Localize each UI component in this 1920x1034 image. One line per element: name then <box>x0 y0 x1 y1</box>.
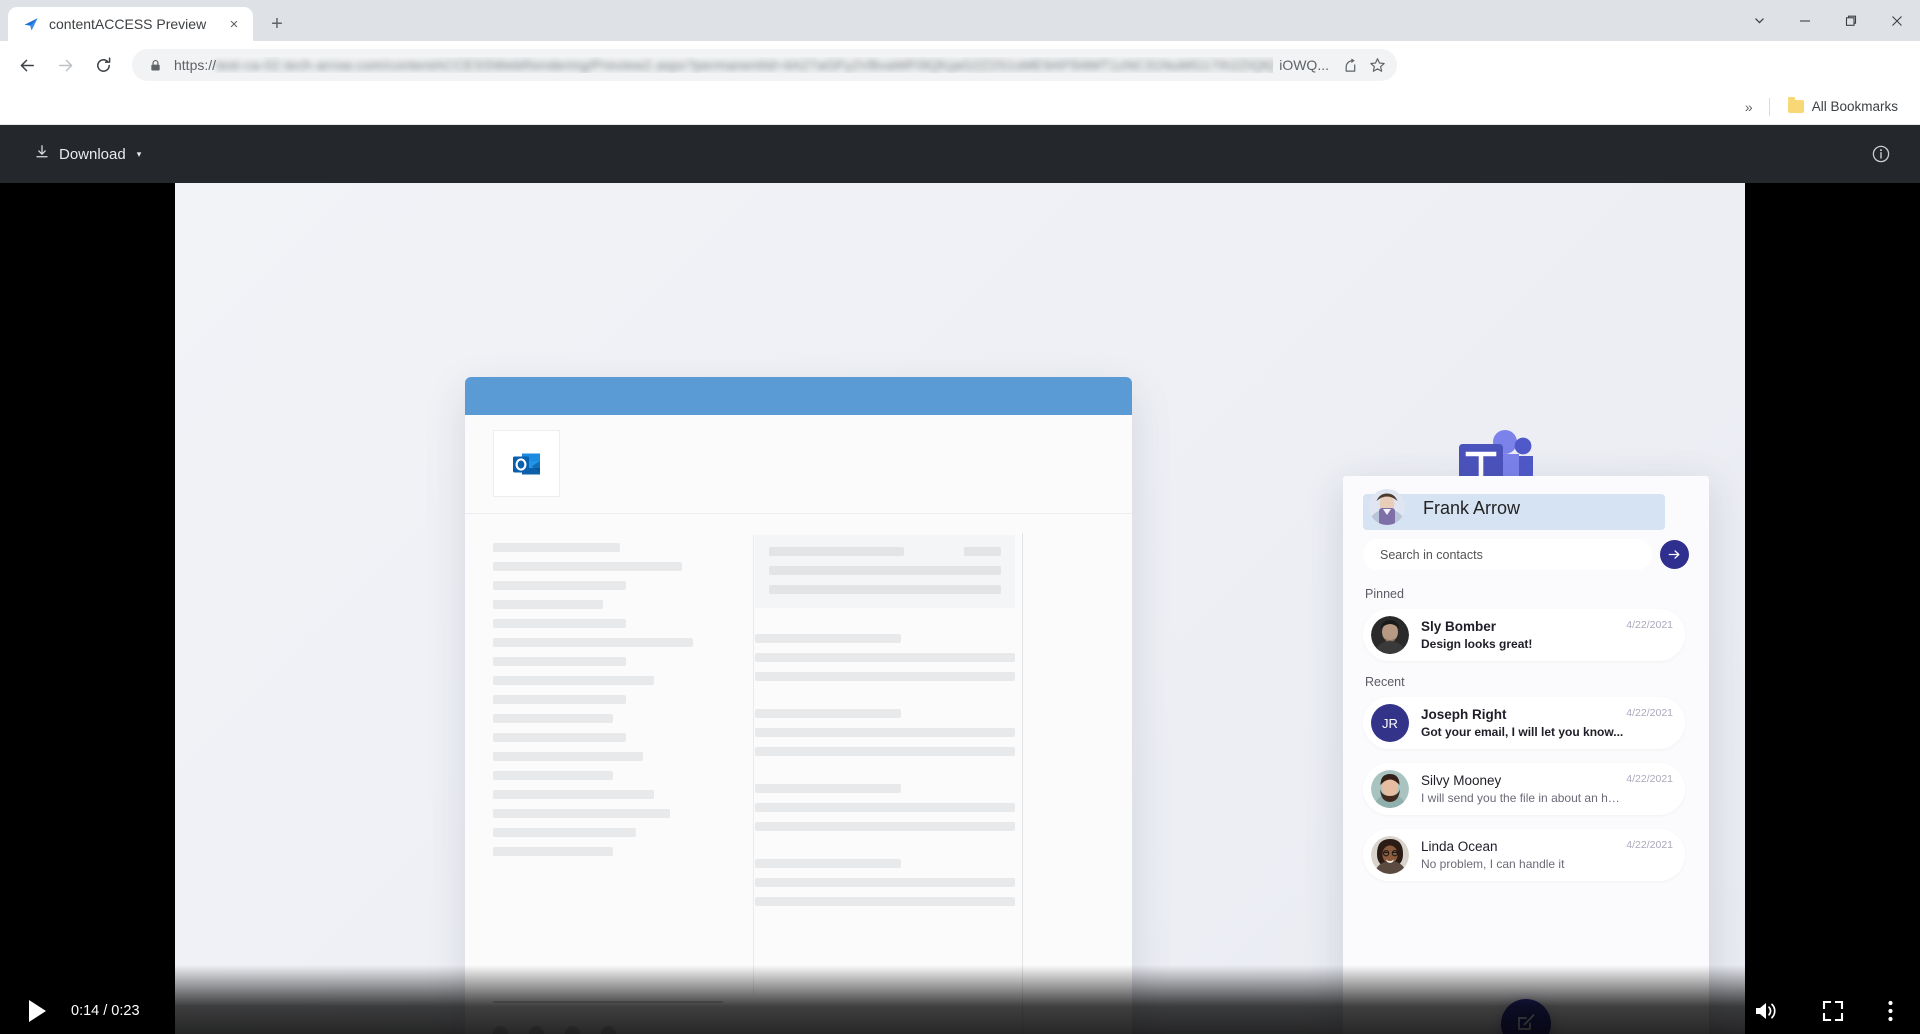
message-date: 4/22/2021 <box>1626 707 1673 719</box>
close-icon[interactable]: × <box>225 15 243 33</box>
download-icon <box>34 144 50 164</box>
chevron-down-icon: ▾ <box>136 148 142 159</box>
avatar <box>1371 616 1409 654</box>
chevron-down-icon[interactable] <box>1736 0 1782 41</box>
lock-icon <box>146 59 164 72</box>
list-item-text: Sly Bomber Design looks great! <box>1421 619 1626 651</box>
address-bar[interactable]: https:// test-ca-02.tech-arrow.com/conte… <box>132 49 1397 81</box>
contact-message: Design looks great! <box>1421 637 1533 651</box>
viewer-toolbar: Download ▾ <box>0 125 1920 183</box>
download-label: Download <box>59 145 126 163</box>
contact-name: Linda Ocean <box>1421 839 1498 854</box>
download-button[interactable]: Download ▾ <box>24 138 151 170</box>
contact-message: Got your email, I will let you know... <box>1421 725 1624 739</box>
outlook-body <box>465 415 1132 1034</box>
url-path-blurred: test-ca-02.tech-arrow.com/contentACCESSW… <box>216 57 1274 73</box>
message-date: 4/22/2021 <box>1626 773 1673 785</box>
all-bookmarks-button[interactable]: All Bookmarks <box>1780 95 1906 118</box>
divider <box>1768 97 1770 116</box>
list-item[interactable]: Linda Ocean No problem, I can handle it … <box>1363 829 1685 881</box>
skeleton-left-column <box>493 543 723 866</box>
message-date: 4/22/2021 <box>1626 839 1673 851</box>
skeleton-message-column <box>755 535 1015 934</box>
url-text: https:// test-ca-02.tech-arrow.com/conte… <box>174 57 1273 73</box>
list-item[interactable]: JR Joseph Right Got your email, I will l… <box>1363 697 1685 749</box>
browser-window: contentACCESS Preview × + https:// test-… <box>0 0 1920 1034</box>
video-player-controls: 0:14 / 0:23 <box>0 965 1920 1034</box>
url-scheme: https:// <box>174 57 217 73</box>
folder-icon <box>1787 97 1804 113</box>
back-button[interactable] <box>10 48 44 82</box>
list-item[interactable]: Sly Bomber Design looks great! 4/22/2021 <box>1363 609 1685 661</box>
message-date: 4/22/2021 <box>1626 619 1673 631</box>
search-row: Search in contacts <box>1363 539 1689 570</box>
browser-tab[interactable]: contentACCESS Preview × <box>8 7 253 41</box>
bookmarks-bar: » All Bookmarks <box>0 89 1920 125</box>
divider <box>1022 533 1023 1034</box>
section-title-pinned: Pinned <box>1365 587 1404 601</box>
time-display: 0:14 / 0:23 <box>71 1003 140 1019</box>
reload-button[interactable] <box>86 48 120 82</box>
list-item[interactable]: Silvy Mooney I will send you the file in… <box>1363 763 1685 815</box>
avatar <box>1369 489 1405 525</box>
window-controls <box>1736 0 1920 41</box>
url-tail: iOWQ... <box>1279 57 1329 73</box>
paper-plane-icon <box>22 15 40 33</box>
contact-name: Joseph Right <box>1421 707 1507 722</box>
tab-strip: contentACCESS Preview × + <box>0 0 1920 41</box>
section-title-recent: Recent <box>1365 675 1405 689</box>
divider <box>753 535 754 995</box>
navigation-bar: https:// test-ca-02.tech-arrow.com/conte… <box>0 41 1920 89</box>
avatar <box>1371 836 1409 874</box>
contact-name: Sly Bomber <box>1421 619 1497 634</box>
avatar-initials: JR <box>1382 715 1398 731</box>
teams-contacts-panel: Frank Arrow Search in contacts Pinned Sl… <box>1343 476 1709 1034</box>
share-icon[interactable] <box>1335 51 1363 79</box>
tab-title: contentACCESS Preview <box>49 16 207 32</box>
outlook-mock-window <box>465 377 1132 1034</box>
skeleton-card <box>755 535 1015 608</box>
video-stage[interactable]: Frank Arrow Search in contacts Pinned Sl… <box>0 183 1920 1034</box>
pinned-list: Sly Bomber Design looks great! 4/22/2021 <box>1343 609 1709 661</box>
minimize-button[interactable] <box>1782 0 1828 41</box>
fullscreen-icon[interactable] <box>1821 999 1845 1023</box>
divider <box>465 513 1132 514</box>
arrow-right-icon[interactable] <box>1660 540 1689 569</box>
list-item-text: Linda Ocean No problem, I can handle it <box>1421 839 1626 871</box>
maximize-button[interactable] <box>1828 0 1874 41</box>
star-icon[interactable] <box>1363 51 1391 79</box>
play-button[interactable] <box>26 998 49 1024</box>
recent-list: JR Joseph Right Got your email, I will l… <box>1343 697 1709 881</box>
avatar <box>1371 770 1409 808</box>
user-name: Frank Arrow <box>1423 498 1521 518</box>
info-circle-icon[interactable] <box>1866 139 1896 169</box>
more-vertical-icon[interactable] <box>1887 998 1894 1024</box>
all-bookmarks-label: All Bookmarks <box>1811 99 1898 114</box>
conversation-sections: Pinned Sly Bomber Design looks great! 4/… <box>1343 581 1709 895</box>
outlook-icon <box>493 430 560 497</box>
list-item-text: Joseph Right Got your email, I will let … <box>1421 707 1626 739</box>
search-input[interactable]: Search in contacts <box>1363 539 1652 570</box>
player-right-controls <box>1753 998 1894 1024</box>
new-tab-button[interactable]: + <box>262 9 292 39</box>
close-window-button[interactable] <box>1874 0 1920 41</box>
forward-button[interactable] <box>48 48 82 82</box>
contact-name: Silvy Mooney <box>1421 773 1502 788</box>
avatar: JR <box>1371 704 1409 742</box>
video-content: Frank Arrow Search in contacts Pinned Sl… <box>175 183 1745 1034</box>
list-item-text: Silvy Mooney I will send you the file in… <box>1421 773 1626 805</box>
contact-message: No problem, I can handle it <box>1421 857 1565 871</box>
bookmarks-overflow-button[interactable]: » <box>1739 99 1759 115</box>
volume-icon[interactable] <box>1753 999 1779 1023</box>
player-left-controls: 0:14 / 0:23 <box>26 998 140 1024</box>
contact-message: I will send you the file in about an hou… <box>1421 791 1627 805</box>
outlook-title-bar <box>465 377 1132 415</box>
